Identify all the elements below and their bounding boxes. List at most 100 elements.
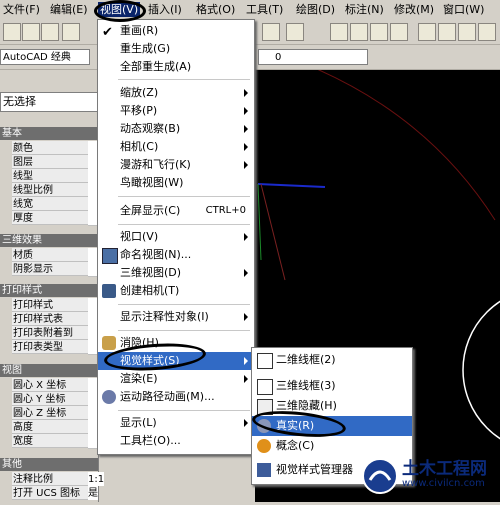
prop-linetype-scale: 线型比例 — [12, 183, 88, 197]
prop-plot-style-table: 打印样式表 — [12, 312, 88, 326]
prop-row[interactable]: 打开 UCS 图标是 — [0, 486, 98, 501]
group-3d-effects[interactable]: 三维效果 — [0, 234, 98, 247]
menu-item-named-views[interactable]: 命名视图(N)... — [98, 246, 254, 264]
menu-item-label: 全屏显示(C) — [120, 204, 181, 217]
menu-insert[interactable]: 插入(I) — [148, 2, 182, 17]
prop-row[interactable]: 材质 — [0, 248, 98, 263]
submenu-arrow-icon — [244, 89, 248, 97]
sheet-set-icon[interactable] — [478, 23, 496, 41]
group-misc[interactable]: 其他 — [0, 458, 98, 471]
prop-row[interactable]: 圆心 Y 坐标 — [0, 392, 98, 407]
open-file-icon[interactable] — [22, 23, 40, 41]
group-plot-style[interactable]: 打印样式 — [0, 284, 98, 297]
prop-row[interactable]: 高度 — [0, 420, 98, 435]
prop-row[interactable]: 线型比例 — [0, 183, 98, 198]
menu-item-label: 缩放(Z) — [120, 86, 159, 99]
prop-plot-table-type: 打印表类型 — [12, 340, 88, 354]
submenu-item-3d-wireframe[interactable]: 三维线框(3) — [252, 376, 412, 396]
tool-palettes-icon[interactable] — [458, 23, 476, 41]
prop-row[interactable]: 线型 — [0, 169, 98, 184]
camera-icon — [102, 284, 116, 298]
submenu-arrow-icon — [244, 419, 248, 427]
menu-modify[interactable]: 修改(M) — [394, 2, 434, 17]
layer-select[interactable]: 0 — [258, 49, 368, 65]
menu-dimension[interactable]: 标注(N) — [345, 2, 384, 17]
menu-item-annotative-objects[interactable]: 显示注释性对象(I) — [98, 308, 254, 326]
zoom-realtime-icon[interactable] — [350, 23, 368, 41]
prop-row[interactable]: 圆心 X 坐标 — [0, 378, 98, 393]
properties-icon[interactable] — [418, 23, 436, 41]
prop-row[interactable]: 打印样式表 — [0, 312, 98, 327]
menu-item-walk-fly[interactable]: 漫游和飞行(K) — [98, 156, 254, 174]
redo-icon[interactable] — [286, 23, 304, 41]
menu-tools[interactable]: 工具(T) — [246, 2, 283, 17]
prop-row[interactable]: 阴影显示 — [0, 262, 98, 277]
prop-row[interactable]: 打印表附着到 — [0, 326, 98, 341]
workspace-select[interactable]: AutoCAD 经典 — [0, 49, 90, 65]
menu-item-motion-path[interactable]: 运动路径动画(M)... — [98, 388, 254, 406]
menu-item-redraw[interactable]: ✔ 重画(R) — [98, 22, 254, 40]
menu-item-label: 全部重生成(A) — [120, 60, 192, 73]
prop-row[interactable]: 注释比例 1:1 — [0, 472, 105, 487]
watermark-title: 土木工程网 — [402, 459, 487, 479]
ucs-icon-on-value: 是 — [88, 486, 98, 500]
menu-item-clean-screen[interactable]: 全屏显示(C) CTRL+0 — [98, 202, 254, 220]
prop-plot-style: 打印样式 — [12, 298, 88, 312]
group-general[interactable]: 基本 — [0, 127, 98, 140]
prop-annotation-scale: 注释比例 — [12, 472, 88, 486]
menu-item-camera[interactable]: 相机(C) — [98, 138, 254, 156]
print-icon[interactable] — [62, 23, 80, 41]
view-menu: ✔ 重画(R) 重生成(G) 全部重生成(A) 缩放(Z) 平移(P) 动态观察(… — [97, 19, 255, 455]
zoom-previous-icon[interactable] — [390, 23, 408, 41]
layer-value: 0 — [275, 52, 282, 63]
prop-row[interactable]: 厚度 — [0, 211, 98, 226]
prop-center-z: 圆心 Z 坐标 — [12, 406, 88, 420]
submenu-item-label: 二维线框(2) — [276, 353, 336, 366]
prop-row[interactable]: 颜色 — [0, 141, 98, 156]
submenu-arrow-icon — [244, 125, 248, 133]
menu-item-zoom[interactable]: 缩放(Z) — [98, 84, 254, 102]
menu-item-orbit[interactable]: 动态观察(B) — [98, 120, 254, 138]
menu-item-viewports[interactable]: 视口(V) — [98, 228, 254, 246]
submenu-item-label: 概念(C) — [276, 439, 315, 452]
menu-item-pan[interactable]: 平移(P) — [98, 102, 254, 120]
menu-item-regen-all[interactable]: 全部重生成(A) — [98, 58, 254, 76]
menu-item-toolbars[interactable]: 工具栏(O)... — [98, 432, 254, 450]
menu-file[interactable]: 文件(F) — [3, 2, 40, 17]
prop-row[interactable]: 宽度 — [0, 434, 98, 449]
design-center-icon[interactable] — [438, 23, 456, 41]
group-view[interactable]: 视图 — [0, 364, 98, 377]
prop-row[interactable]: 图层 — [0, 155, 98, 170]
prop-row[interactable]: 打印表类型 — [0, 340, 98, 355]
undo-icon[interactable] — [262, 23, 280, 41]
new-file-icon[interactable] — [3, 23, 21, 41]
menu-item-render[interactable]: 渲染(E) — [98, 370, 254, 388]
watermark-url: www.civilcn.com — [402, 478, 485, 489]
menu-item-label: 相机(C) — [120, 140, 159, 153]
menu-item-create-camera[interactable]: 创建相机(T) — [98, 282, 254, 300]
menu-item-3d-views[interactable]: 三维视图(D) — [98, 264, 254, 282]
menu-edit[interactable]: 编辑(E) — [50, 2, 88, 17]
prop-row[interactable]: 打印样式 — [0, 298, 98, 313]
menu-item-aerial-view[interactable]: 鸟瞰视图(W) — [98, 174, 254, 192]
menu-item-shortcut: CTRL+0 — [205, 205, 246, 216]
menu-item-label: 显示(L) — [120, 416, 157, 429]
save-icon[interactable] — [41, 23, 59, 41]
submenu-item-2d-wireframe[interactable]: 二维线框(2) — [252, 350, 412, 370]
submenu-arrow-icon — [244, 357, 248, 365]
menu-item-label: 创建相机(T) — [120, 284, 180, 297]
menu-item-regen[interactable]: 重生成(G) — [98, 40, 254, 58]
prop-row[interactable]: 线宽 — [0, 197, 98, 212]
menu-item-label: 动态观察(B) — [120, 122, 181, 135]
menu-window[interactable]: 窗口(W) — [443, 2, 484, 17]
zoom-window-icon[interactable] — [370, 23, 388, 41]
circle-object — [462, 300, 500, 440]
menu-draw[interactable]: 绘图(D) — [296, 2, 335, 17]
menu-item-label: 平移(P) — [120, 104, 158, 117]
prop-shadow-display: 阴影显示 — [12, 262, 88, 276]
menu-format[interactable]: 格式(O) — [196, 2, 235, 17]
pan-icon[interactable] — [330, 23, 348, 41]
selection-dropdown[interactable]: 无选择 — [0, 92, 98, 112]
menu-item-display[interactable]: 显示(L) — [98, 414, 254, 432]
prop-row[interactable]: 圆心 Z 坐标 — [0, 406, 98, 421]
